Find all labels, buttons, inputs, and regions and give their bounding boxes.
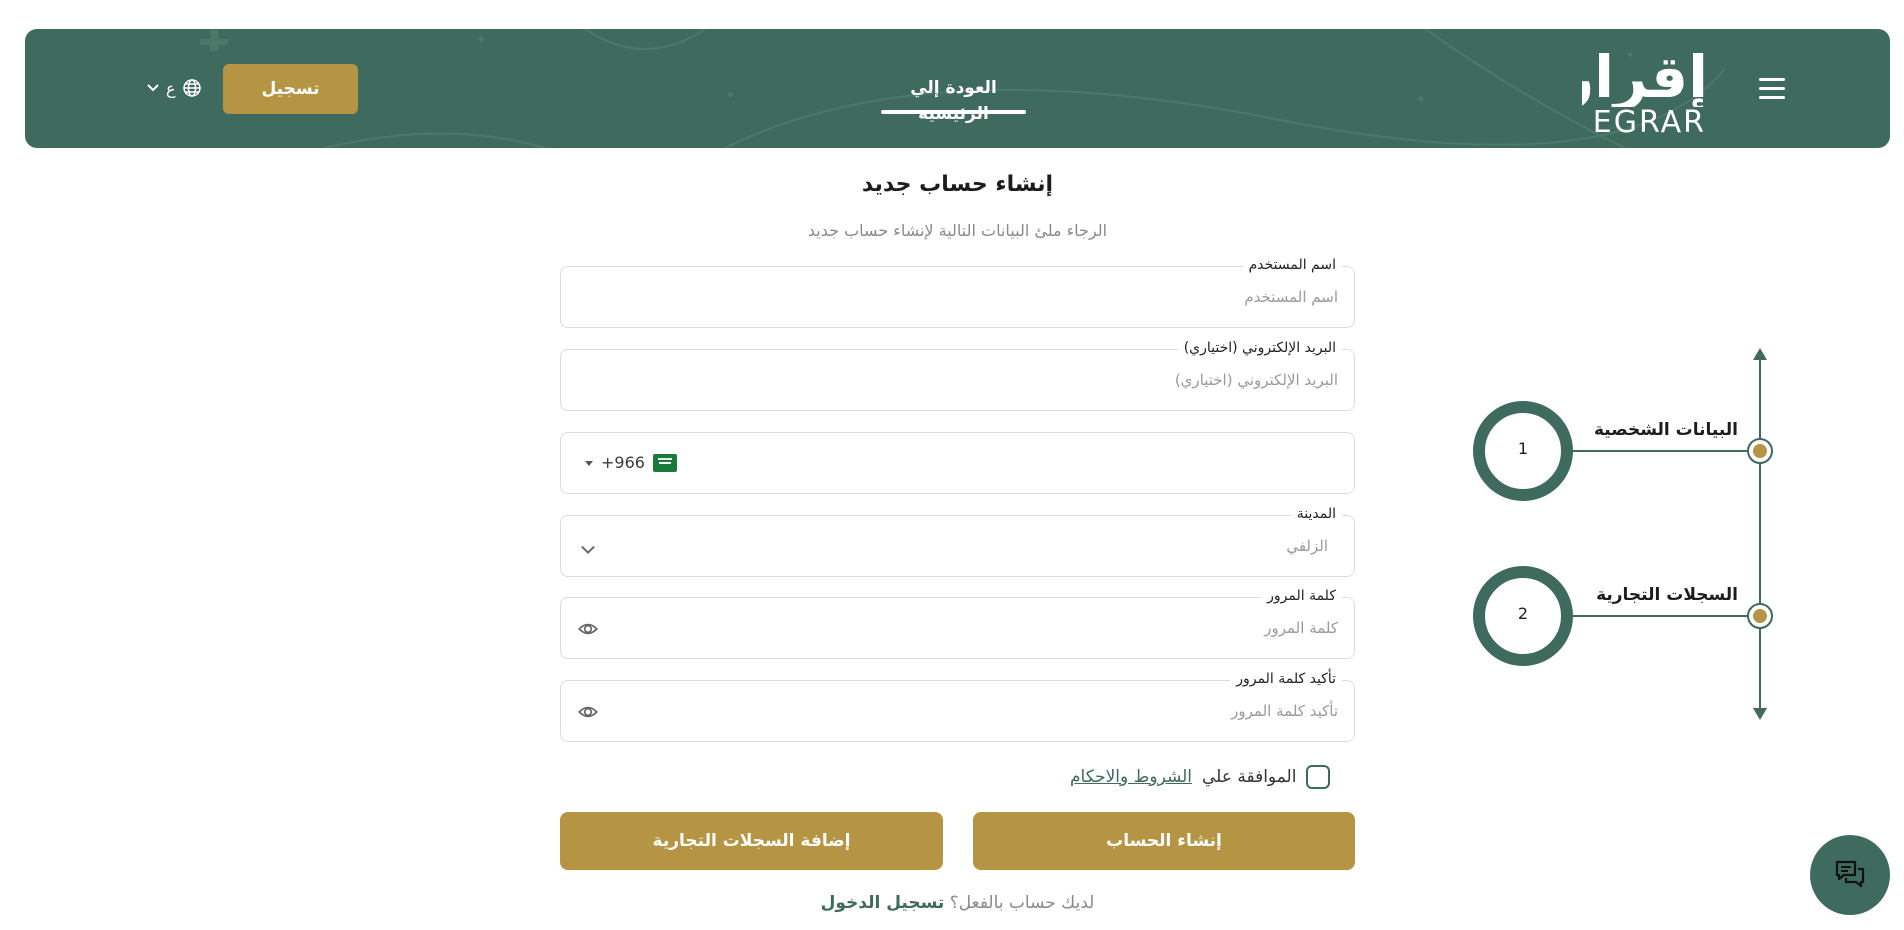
username-field[interactable]: اسم المستخدم اسم المستخدم xyxy=(560,255,1355,328)
create-account-button[interactable]: إنشاء الحساب xyxy=(973,812,1355,870)
login-prompt: لديك حساب بالفعل؟ تسجيل الدخول xyxy=(560,893,1355,913)
register-button[interactable]: تسجيل xyxy=(223,64,358,114)
city-select[interactable]: المدينة الزلفي xyxy=(560,504,1355,577)
language-selector[interactable]: ع xyxy=(146,76,202,100)
menu-hamburger-icon[interactable] xyxy=(1757,74,1785,102)
language-label: ع xyxy=(166,78,176,98)
saudi-flag-icon xyxy=(652,453,677,472)
nav-active-underline xyxy=(881,110,1026,114)
chat-support-button[interactable] xyxy=(1810,835,1890,915)
page-title: إنشاء حساب جديد xyxy=(861,172,1054,197)
city-label: المدينة xyxy=(1290,504,1342,524)
have-account-text: لديك حساب بالفعل؟ xyxy=(949,893,1095,913)
login-link[interactable]: تسجيل الدخول xyxy=(821,893,945,913)
confirm-password-input[interactable]: تأكيد كلمة المرور xyxy=(1231,701,1338,721)
phone-field[interactable]: +966 xyxy=(560,432,1355,494)
eye-icon[interactable] xyxy=(577,618,599,640)
stepper-graphic xyxy=(1473,348,1773,720)
egrar-logo[interactable]: إقرار EGRAR xyxy=(1582,41,1712,141)
terms-checkbox[interactable] xyxy=(1306,765,1331,789)
username-label: اسم المستخدم xyxy=(1242,255,1342,275)
confirm-password-field[interactable]: تأكيد كلمة المرور تأكيد كلمة المرور xyxy=(560,669,1355,742)
password-label: كلمة المرور xyxy=(1261,586,1342,606)
page-subtitle: الرجاء ملئ البيانات التالية لإنشاء حساب … xyxy=(807,221,1108,240)
top-header: ✦ ✦ ✦ ✦ إقرار EGRAR العودة إلي الرئيسية … xyxy=(25,29,1890,148)
svg-text:✦: ✦ xyxy=(475,32,487,48)
svg-text:✦: ✦ xyxy=(1415,92,1427,108)
chevron-down-icon xyxy=(147,84,159,92)
password-field[interactable]: كلمة المرور كلمة المرور xyxy=(560,586,1355,659)
password-input[interactable]: كلمة المرور xyxy=(1264,618,1338,638)
nav-home-link[interactable]: العودة إلي الرئيسية xyxy=(881,75,1026,127)
registration-stepper: البيانات الشخصية السجلات التجارية 1 2 xyxy=(1460,340,1780,730)
step-2-label: السجلات التجارية xyxy=(1596,585,1738,605)
chevron-down-icon[interactable] xyxy=(577,538,599,560)
email-field[interactable]: البريد الإلكتروني (اختياري) البريد الإلك… xyxy=(560,338,1355,411)
logo-english-text: EGRAR xyxy=(1592,105,1706,140)
terms-prefix: الموافقة علي xyxy=(1202,767,1297,787)
country-code: +966 xyxy=(601,453,645,472)
email-label: البريد الإلكتروني (اختياري) xyxy=(1177,338,1342,358)
confirm-password-label: تأكيد كلمة المرور xyxy=(1230,669,1342,689)
step-1-number: 1 xyxy=(1517,439,1529,458)
step-1-label: البيانات الشخصية xyxy=(1593,420,1738,440)
svg-text:✦: ✦ xyxy=(725,88,735,102)
globe-icon xyxy=(182,79,201,97)
chat-icon xyxy=(1835,860,1865,888)
terms-agreement: الموافقة علي الشروط والاحكام xyxy=(1070,762,1355,792)
country-code-selector[interactable]: +966 xyxy=(585,453,677,472)
add-commercial-records-button[interactable]: إضافة السجلات التجارية xyxy=(560,812,943,870)
logo-arabic-mark: إقرار xyxy=(1582,43,1708,107)
svg-text:إقرار: إقرار xyxy=(1582,43,1708,107)
step-2-number: 2 xyxy=(1517,604,1529,623)
email-input[interactable]: البريد الإلكتروني (اختياري) xyxy=(1175,370,1338,390)
eye-icon[interactable] xyxy=(577,701,599,723)
city-value: الزلفي xyxy=(1286,537,1328,555)
username-input[interactable]: اسم المستخدم xyxy=(1244,287,1338,307)
terms-link[interactable]: الشروط والاحكام xyxy=(1070,767,1192,787)
caret-down-icon xyxy=(585,460,593,466)
